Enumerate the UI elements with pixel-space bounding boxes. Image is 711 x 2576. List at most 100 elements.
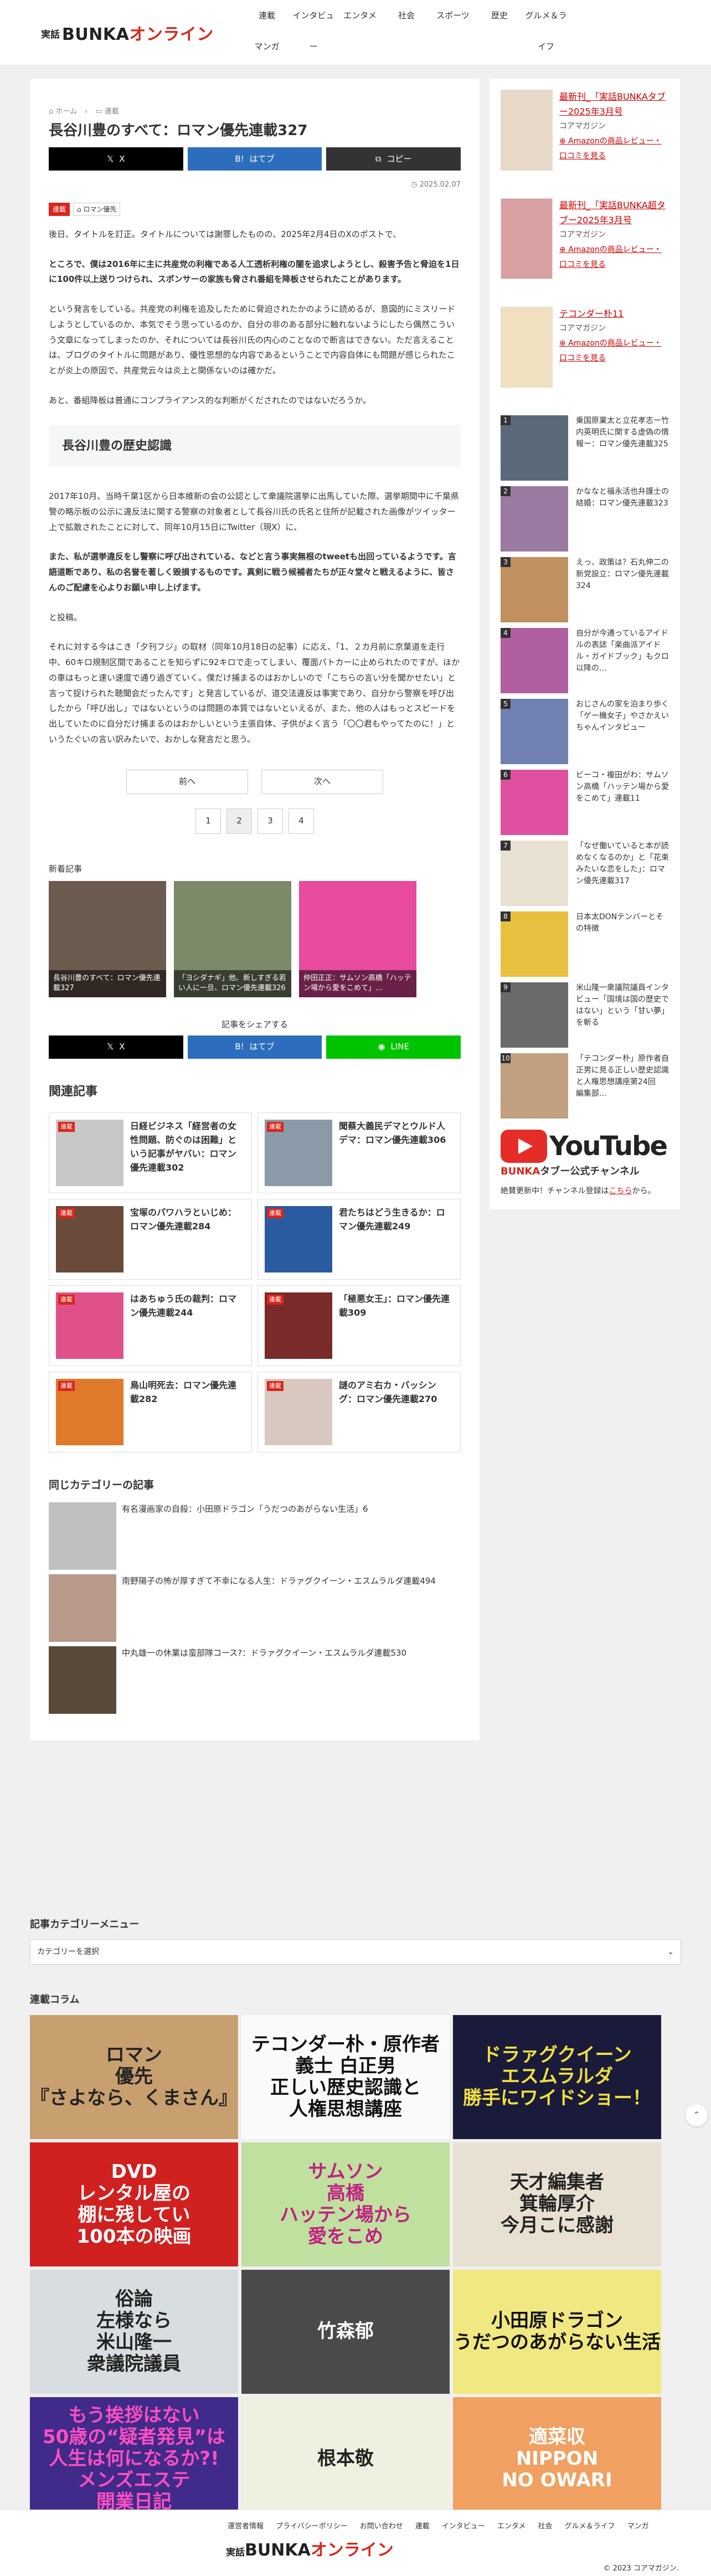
column-banner-text: ドラァグクイーン エスムラルダ 勝手にワイドショー！ <box>463 2044 651 2109</box>
nav-item[interactable]: 社会 <box>383 0 430 31</box>
amazon-review-link[interactable]: ⊕ Amazonの商品レビュー・口コミを見る <box>559 137 662 161</box>
related-article-card[interactable]: 連載 日経ビジネス「経営者の女性問題、防ぐのは困難」という記事がヤバい：ロマン優先… <box>49 1112 252 1194</box>
footer-logo[interactable]: 実話BUNKAオンライン <box>226 2536 394 2565</box>
column-banner[interactable]: もう挨拶はない 50歳の“疑者発見”は 人生は何になるか?! メンズエステ 開業日記 <box>30 2397 238 2521</box>
ranking-item[interactable]: 1 乗国原業太と立花孝志ー竹内英明氏に関する虚偽の情報ー：ロマン優先連載325 <box>501 415 669 486</box>
page-number[interactable]: 4 <box>288 808 314 834</box>
footer-nav-item[interactable]: 運営者情報 <box>221 2520 270 2533</box>
amazon-review-link[interactable]: ⊕ Amazonの商品レビュー・口コミを見る <box>559 339 662 363</box>
nav-item[interactable]: 連載 <box>244 0 290 31</box>
category-select[interactable]: カテゴリーを選択 ⌄ <box>30 1939 681 1965</box>
ranking-item[interactable]: 6 ビーコ・複田がわ：サムソン高橋「ハッテン場から愛をこめて」連載11 <box>501 770 669 841</box>
column-banner[interactable]: 適菜収 NIPPON NO OWARI <box>453 2397 661 2521</box>
nav-item[interactable]: エンタメ <box>337 0 383 31</box>
site-logo[interactable]: 実話 BUNKAオンライン <box>41 20 214 50</box>
ranking-item[interactable]: 4 自分が今通っているアイドルの表誌「楽曲派アイドル・ガイドブック」もクロ以降の… <box>501 628 669 699</box>
ranking-item[interactable]: 7 「なぜ働いていると本が読めなくなるのか」と「花束みたいな恋をした」：ロマン優先… <box>501 841 669 911</box>
promo-item[interactable]: テコンダー朴11 コアマガジン ⊕ Amazonの商品レビュー・口コミを見る <box>501 307 669 393</box>
promo-title[interactable]: テコンダー朴11 <box>559 308 624 319</box>
book-cover[interactable] <box>501 307 553 388</box>
footer-nav-item[interactable]: グルメ＆ライフ <box>558 2520 621 2533</box>
footer-nav-item[interactable]: エンタメ <box>491 2520 532 2533</box>
share-line-button[interactable]: ◉ LINE <box>326 1035 461 1059</box>
new-article-card[interactable]: 「ヨシダナギ」他、新しすぎる若い人に一旦、ロマン優先連載326 <box>174 880 291 997</box>
column-banner[interactable]: 天才編集者 箕輪厚介 今月こに感謝 <box>453 2142 661 2266</box>
same-category-item[interactable]: 南野陽子の怖が厚すぎて不幸になる人生：ドラァグクイーン・エスムラルダ連載494 <box>49 1574 461 1646</box>
share-hatena-button-bottom[interactable]: B! はてブ <box>187 1035 322 1059</box>
related-article-card[interactable]: 連載 君たちはどう生きるか：ロマン優先連載249 <box>257 1199 461 1280</box>
column-banner[interactable]: DVD レンタル屋の 棚に残してい 100本の映画 <box>30 2142 238 2266</box>
promo-title[interactable]: 最新刊_「実話BUNKAタブー2025年3月号 <box>559 91 666 117</box>
page-number[interactable]: 2 <box>226 808 252 834</box>
related-article-card[interactable]: 連載 謎のアミ右カ・バッシング：ロマン優先連載270 <box>257 1372 461 1453</box>
footer-nav-item[interactable]: 社会 <box>532 2520 558 2533</box>
column-banner[interactable]: テコンダー朴・原作者 義士 白正男 正しい歴史認識と 人権思想講座 <box>241 2015 450 2139</box>
share-x-button-bottom[interactable]: 𝕏X <box>49 1035 183 1059</box>
share-x-button[interactable]: 𝕏X <box>49 147 183 171</box>
nav-item[interactable]: インタビュー <box>290 0 337 51</box>
related-article-card[interactable]: 連載 はあちゅう氏の裁判：ロマン優先連載244 <box>49 1285 252 1367</box>
related-article-card[interactable]: 連載 鳥山明死去：ロマン優先連載282 <box>49 1372 252 1453</box>
column-banner[interactable]: 小田原ドラゴン うだつのあがらない生活 <box>453 2269 661 2394</box>
footer-nav-item[interactable]: マンガ <box>621 2520 655 2533</box>
youtube-subscribe-link[interactable]: こちら <box>609 1187 632 1196</box>
copy-icon: ⧉ <box>375 153 382 164</box>
column-banner[interactable]: 根本敬 <box>241 2397 450 2521</box>
tag-series[interactable]: ⌂ ロマン優先 <box>73 202 121 216</box>
promo-item[interactable]: 最新刊_「実話BUNKA超タブー2025年3月号 コアマガジン ⊕ Amazonの商… <box>501 198 669 285</box>
prev-page-button[interactable]: 前へ <box>126 769 248 794</box>
tag-category[interactable]: 連載 <box>49 202 70 216</box>
page-top-button[interactable]: ⌃ <box>686 2104 708 2126</box>
article-body-2: 2017年10月、当時千葉1区から日本維新の会の公認として衆議院選挙に出馬してい… <box>49 489 461 748</box>
ranking-item[interactable]: 3 えっ、政策は？石丸伸二の新党設立：ロマン優先連載324 <box>501 557 669 628</box>
new-article-card[interactable]: 仲田正正：サムソン高橋「ハッテン場から愛をこめて」… <box>299 880 416 997</box>
column-banner[interactable]: 竹森郁 <box>241 2269 450 2394</box>
promo-item[interactable]: 最新刊_「実話BUNKAタブー2025年3月号コアマガジン ⊕ Amazonの商品… <box>501 90 669 176</box>
new-article-caption: 「ヨシダナギ」他、新しすぎる若い人に一旦、ロマン優先連載326 <box>174 970 291 997</box>
new-article-card[interactable]: 長谷川豊のすべて：ロマン優先連載327 <box>49 880 166 997</box>
column-banner[interactable]: サムソン 高橋 ハッテン場から 愛をこめ <box>241 2142 450 2266</box>
page-number[interactable]: 3 <box>257 808 283 834</box>
related-article-card[interactable]: 連載 聞蔡大義民デマとウルド人デマ：ロマン優先連載306 <box>257 1112 461 1194</box>
column-banners: ロマン 優先 『さよなら、くまさん』 テコンダー朴・原作者 義士 白正男 正しい歴史認識と… <box>30 2015 681 2521</box>
related-article-card[interactable]: 連載 宝塚のパワハラといじめ：ロマン優先連載284 <box>49 1199 252 1280</box>
promo-publisher: コアマガジン <box>559 122 606 131</box>
share-hatena-button[interactable]: B! はてブ <box>187 147 322 171</box>
book-cover[interactable] <box>501 198 553 279</box>
footer-nav: 運営者情報 プライバシーポリシー お問い合わせ 連載 インタビュー エンタメ 社会 グルメ＆ラ… <box>221 2520 655 2533</box>
same-category-item[interactable]: 中丸雄一の休業は蛮部隊コース?：ドラァグクイーン・エスムラルダ連載530 <box>49 1646 461 1718</box>
page-number[interactable]: 1 <box>195 808 221 834</box>
footer-nav-item[interactable]: インタビュー <box>436 2520 491 2533</box>
youtube-logo[interactable]: YouTube <box>501 1126 669 1166</box>
footer-nav-item[interactable]: お問い合わせ <box>354 2520 409 2533</box>
rank-number: 9 <box>501 982 511 992</box>
related-thumbnail: 連載 <box>56 1120 123 1187</box>
related-article-card[interactable]: 連載 「極悪女王」：ロマン優先連載309 <box>257 1285 461 1367</box>
breadcrumb-category[interactable]: ▭ 連載 <box>95 107 118 116</box>
ranking-item[interactable]: 2 かななと福永活也弁護士の結婚：ロマン優先連載323 <box>501 486 669 557</box>
nav-item[interactable]: スポーツ <box>430 0 476 31</box>
same-category-item[interactable]: 有名漫画家の自殺：小田原ドラゴン「うだつのあがらない生活」6 <box>49 1502 461 1574</box>
footer-nav-item[interactable]: 連載 <box>409 2520 436 2533</box>
next-page-button[interactable]: 次へ <box>261 769 383 794</box>
promo-title[interactable]: 最新刊_「実話BUNKA超タブー2025年3月号 <box>559 200 666 225</box>
nav-item[interactable]: グルメ＆ライフ <box>523 0 569 51</box>
book-cover[interactable] <box>501 90 553 171</box>
footer-nav-item[interactable]: プライバシーポリシー <box>270 2520 354 2533</box>
ranking-item[interactable]: 8 日本太DONテンバーとその特徴 <box>501 911 669 982</box>
column-banner[interactable]: ドラァグクイーン エスムラルダ 勝手にワイドショー！ <box>453 2015 661 2139</box>
youtube-widget[interactable]: YouTube BUNKAタブー公式チャンネル 絶賛更新中！チャンネル登録はこち… <box>501 1126 669 1198</box>
breadcrumb-home[interactable]: ⌂ ホーム <box>49 107 77 116</box>
tag-icon: ⌂ <box>77 205 81 213</box>
ranking-item[interactable]: 5 おじさんの家を泊まり歩く「ゲー機女子」やさかえいちゃんインタビュー <box>501 699 669 770</box>
ranking-item[interactable]: 9 米山隆一衆議院議員インタビュー「国境は国の歴史ではない」という「甘い夢」を斬る <box>501 982 669 1053</box>
paragraph: 2017年10月、当時千葉1区から日本維新の会の公認として衆議院選挙に出馬してい… <box>49 491 459 532</box>
column-banner[interactable]: 俗論 左様なら 米山隆一 衆議院議員 <box>30 2269 238 2394</box>
copy-link-button[interactable]: ⧉ コピー <box>326 147 461 171</box>
nav-item[interactable]: マンガ <box>244 31 290 62</box>
amazon-review-link[interactable]: ⊕ Amazonの商品レビュー・口コミを見る <box>559 245 662 269</box>
nav-item[interactable]: 歴史 <box>476 0 523 31</box>
ranking-item[interactable]: 10 「テコンダー朴」原作者自正男に見る正しい歴史認識と人権思想講座第24回 編集… <box>501 1053 669 1124</box>
banner-line: うだつのあがらない生活 <box>454 2331 661 2353</box>
column-banner[interactable]: ロマン 優先 『さよなら、くまさん』 <box>30 2015 238 2139</box>
